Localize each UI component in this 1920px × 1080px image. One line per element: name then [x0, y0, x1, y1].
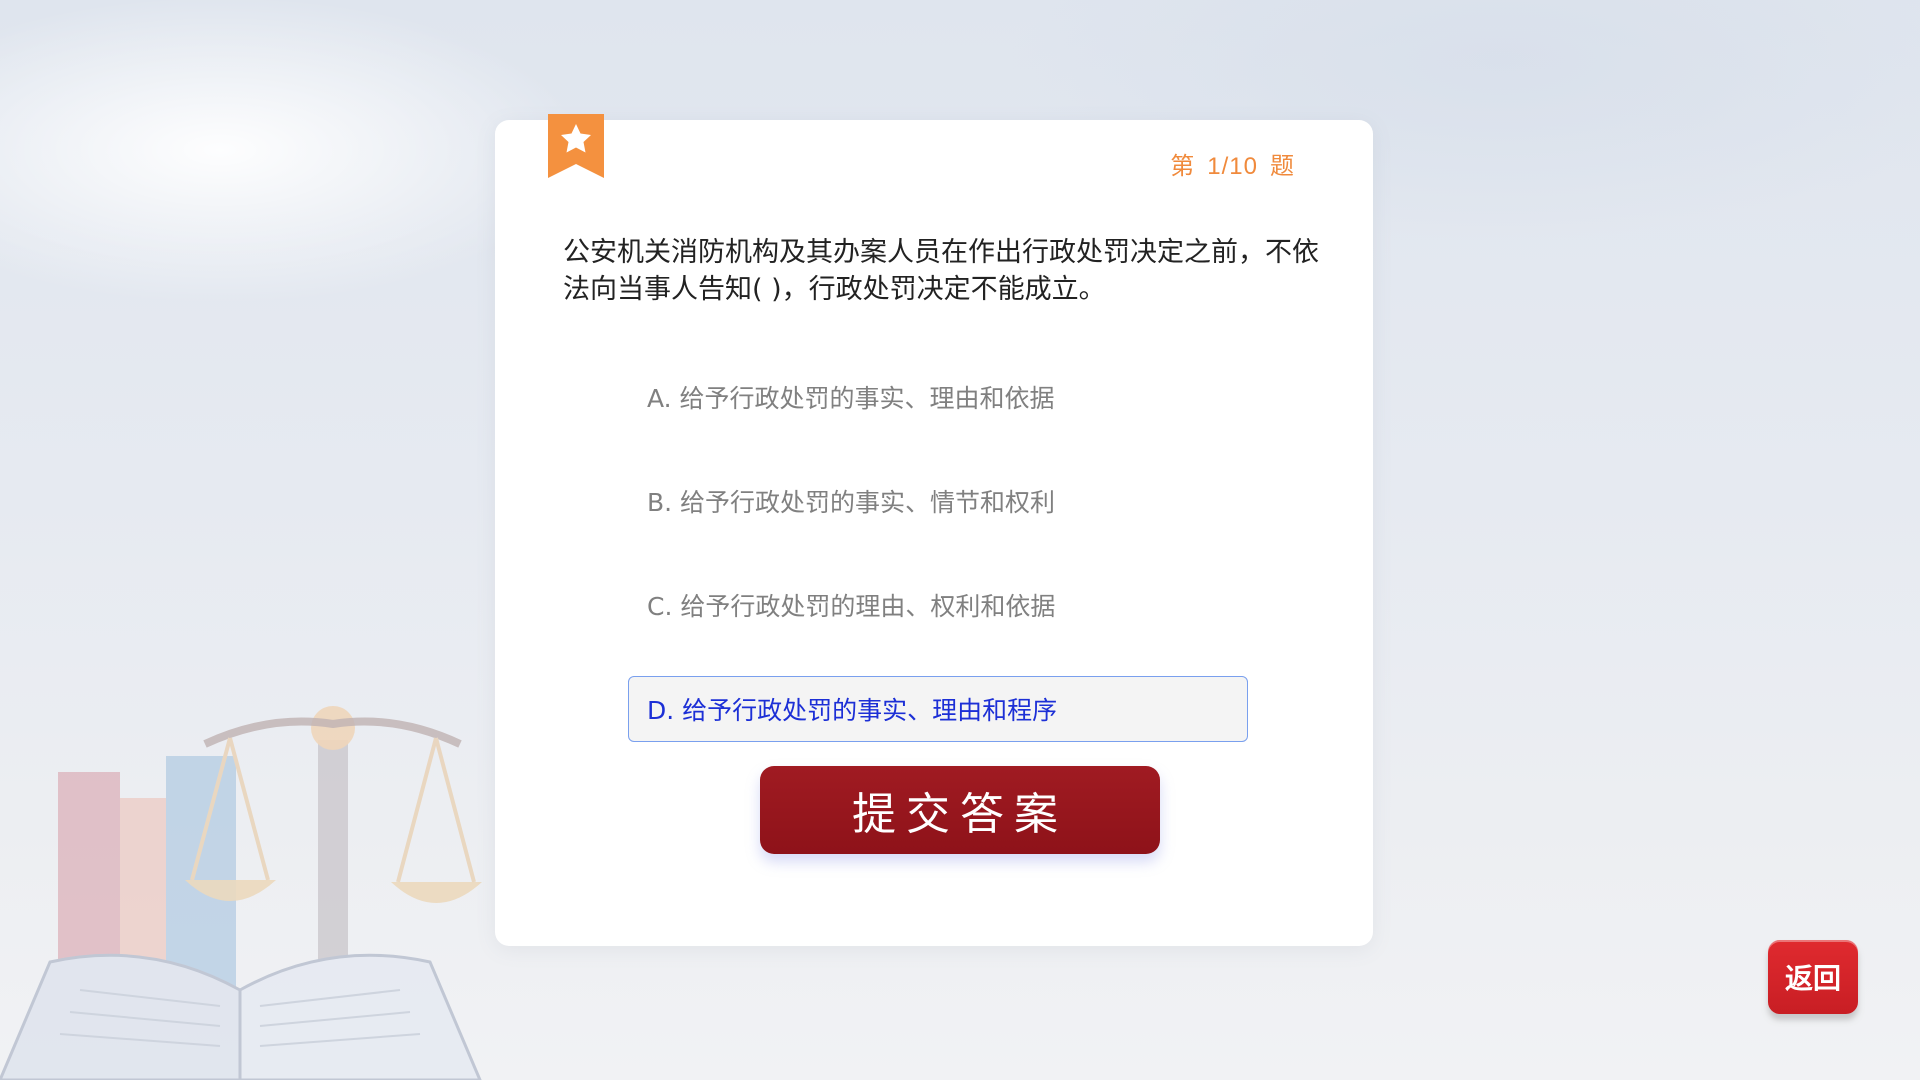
counter-suffix: 题: [1270, 153, 1295, 180]
option-c[interactable]: C. 给予行政处罚的理由、权利和依据: [628, 572, 1248, 638]
counter-value: 1/10: [1207, 153, 1258, 180]
star-bookmark-icon: [548, 114, 604, 178]
back-button[interactable]: 返回: [1768, 940, 1858, 1014]
option-a[interactable]: A. 给予行政处罚的事实、理由和依据: [628, 364, 1248, 430]
question-text: 公安机关消防机构及其办案人员在作出行政处罚决定之前，不依法向当事人告知( )，行…: [563, 237, 1319, 305]
question-counter: 第 1/10 题: [1170, 146, 1295, 181]
option-b[interactable]: B. 给予行政处罚的事实、情节和权利: [628, 468, 1248, 534]
law-books-scale-illustration: [0, 706, 482, 1080]
option-d[interactable]: D. 给予行政处罚的事实、理由和程序: [628, 676, 1248, 742]
answer-options: A. 给予行政处罚的事实、理由和依据 B. 给予行政处罚的事实、情节和权利 C.…: [628, 364, 1248, 780]
submit-answer-button[interactable]: 提交答案: [760, 766, 1160, 854]
counter-prefix: 第: [1170, 153, 1196, 180]
quiz-card: 第 1/10 题 公安机关消防机构及其办案人员在作出行政处罚决定之前，不依法向当事人…: [495, 114, 1373, 946]
